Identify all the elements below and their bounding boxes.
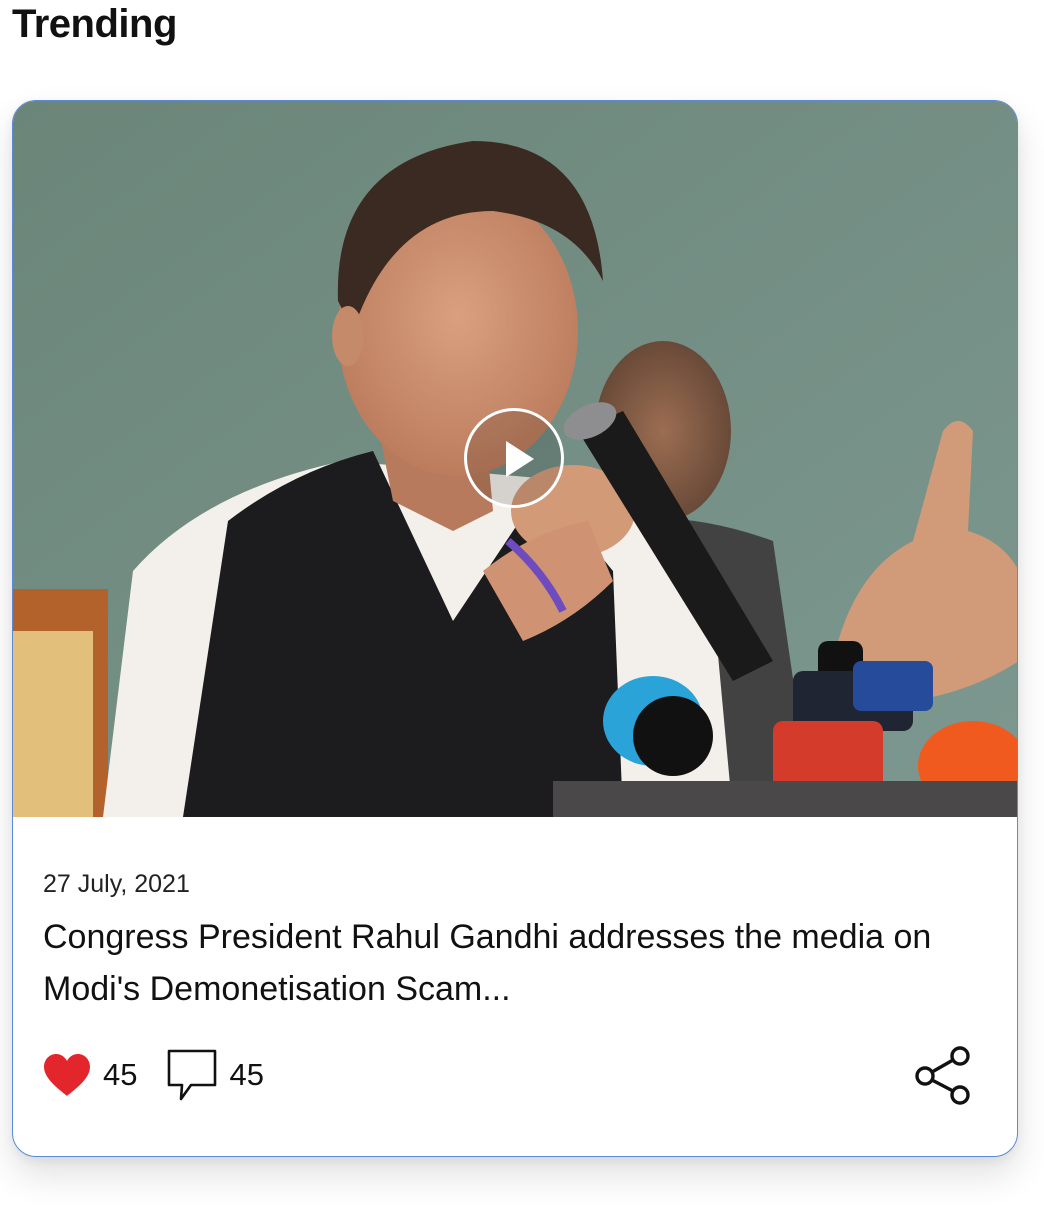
heart-icon xyxy=(44,1054,90,1096)
share-button[interactable] xyxy=(913,1045,973,1105)
comment-button[interactable] xyxy=(165,1047,219,1103)
post-headline[interactable]: Congress President Rahul Gandhi addresse… xyxy=(43,911,963,1015)
play-icon xyxy=(506,441,534,477)
video-thumbnail[interactable] xyxy=(13,101,1017,817)
like-button[interactable] xyxy=(41,1052,93,1098)
share-icon xyxy=(915,1046,970,1105)
like-count: 45 xyxy=(103,1057,138,1092)
news-card[interactable]: 27 July, 2021 Congress President Rahul G… xyxy=(12,100,1018,1157)
comment-count: 45 xyxy=(229,1057,264,1092)
section-title: Trending xyxy=(12,2,177,46)
comment-icon xyxy=(168,1049,217,1101)
play-button[interactable] xyxy=(464,408,564,508)
post-date: 27 July, 2021 xyxy=(43,870,190,898)
card-actions: 45 45 xyxy=(41,1045,292,1105)
